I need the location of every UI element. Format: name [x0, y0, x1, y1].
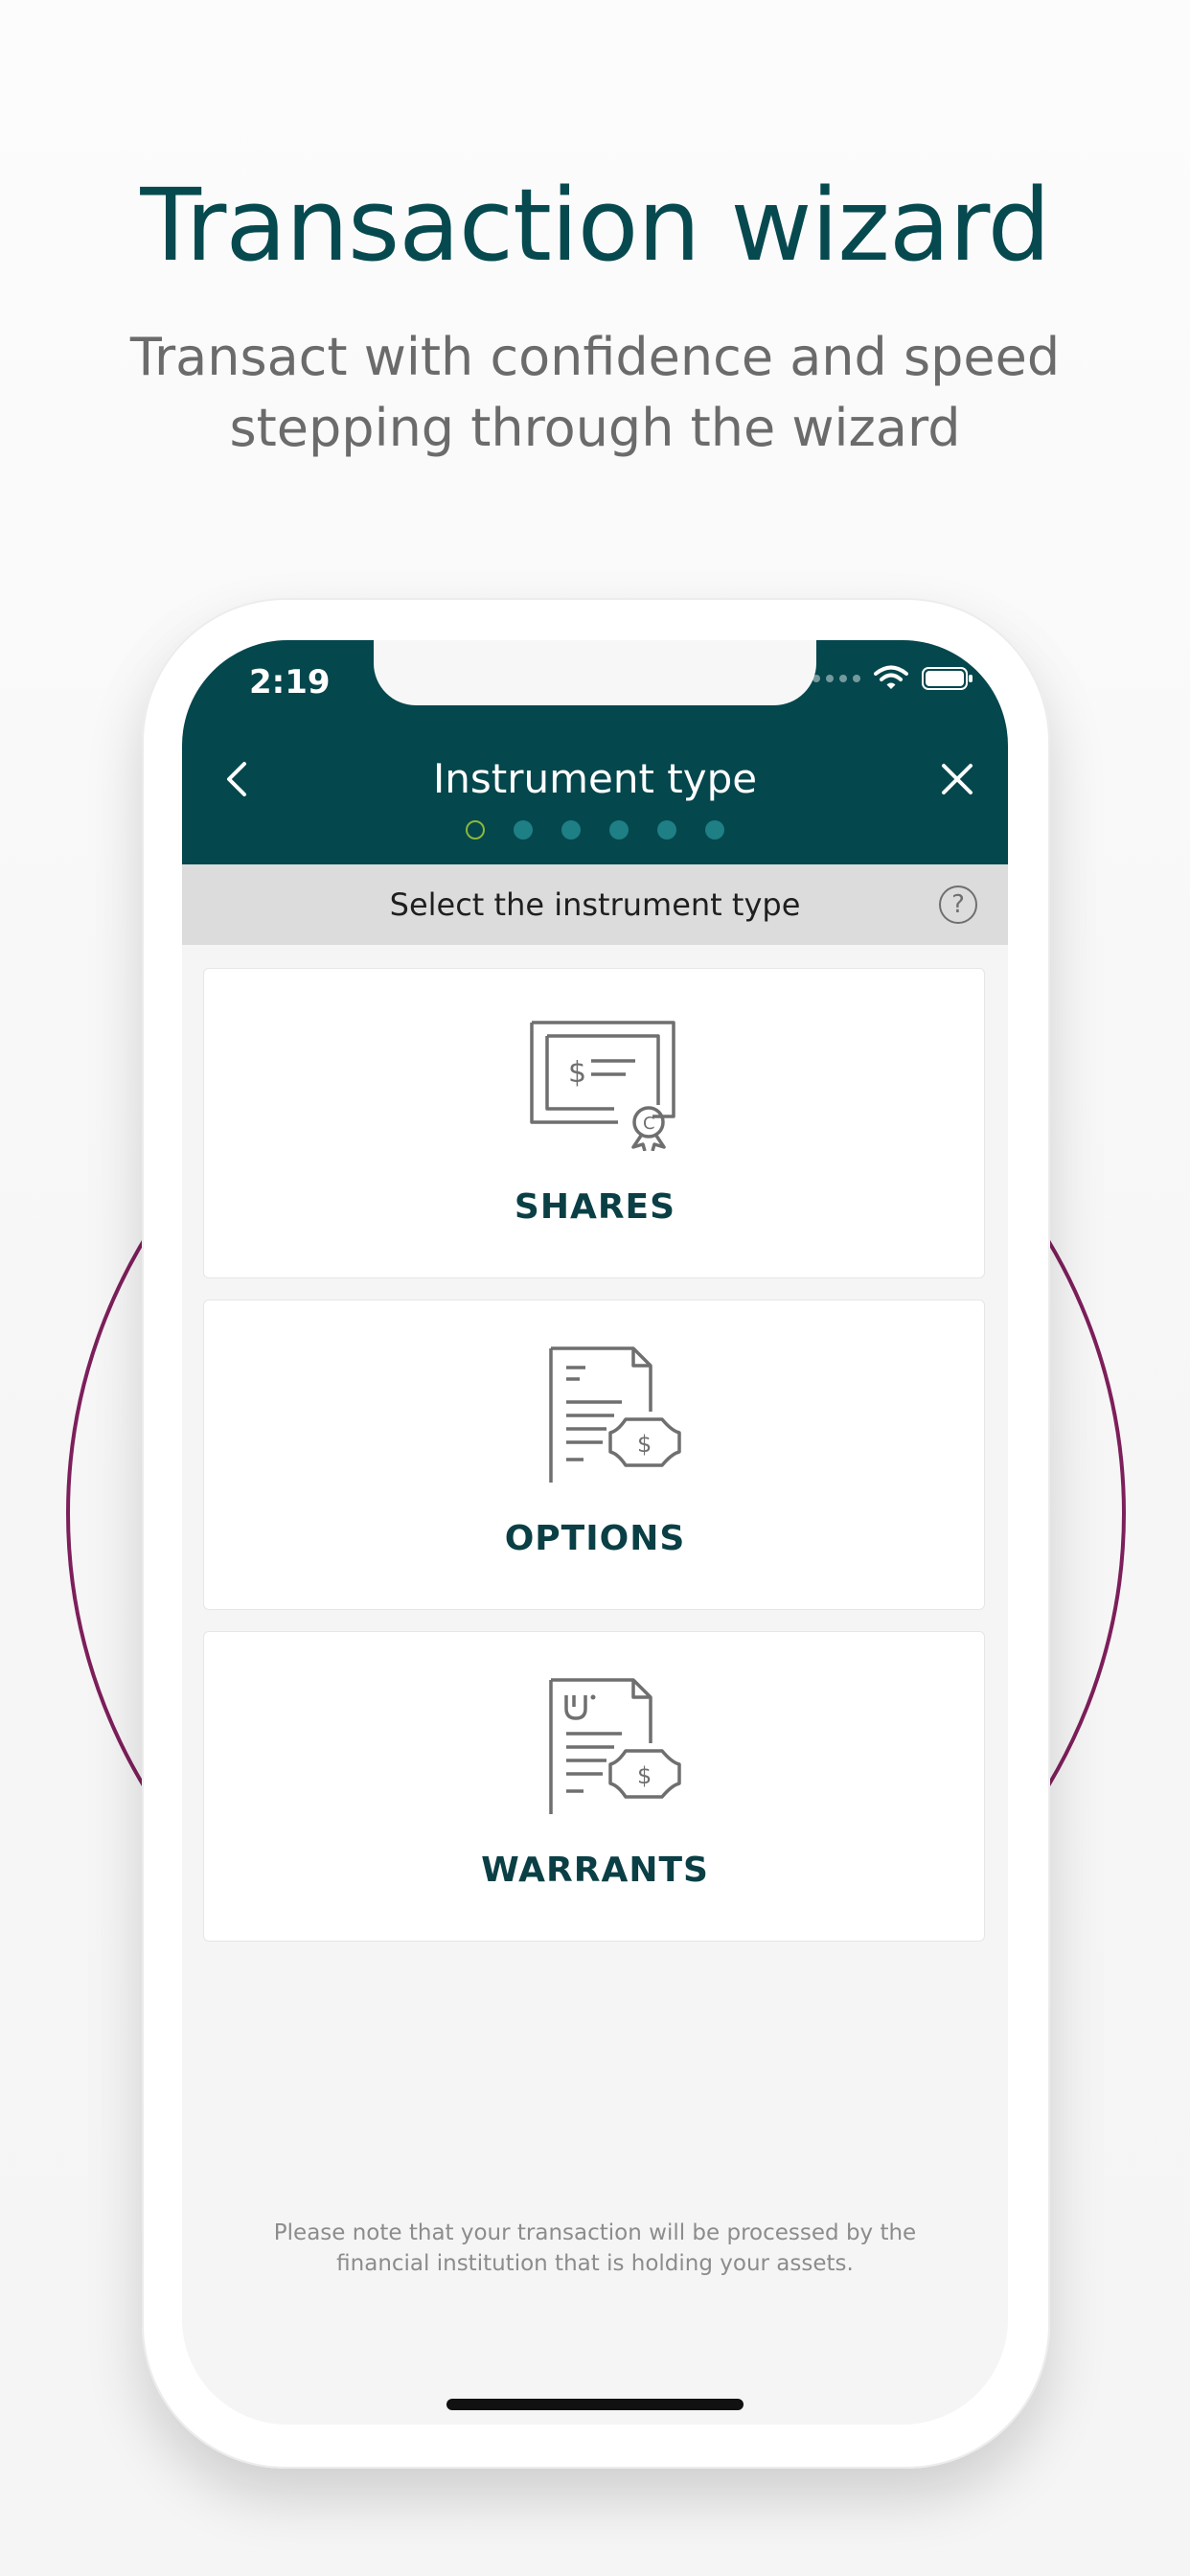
header-row: Instrument type: [182, 746, 1008, 813]
status-time: 2:19: [249, 663, 331, 702]
help-button[interactable]: ?: [939, 886, 977, 924]
processing-disclaimer: Please note that your transaction will b…: [273, 2220, 917, 2276]
status-icons: [812, 665, 973, 692]
share-certificate-icon: $ C: [530, 1021, 675, 1151]
instruction-text: Select the instrument type: [389, 886, 801, 923]
instrument-card-warrants[interactable]: $ WARRANTS: [203, 1631, 985, 1942]
close-icon: [942, 764, 973, 794]
step-dot: [561, 820, 581, 840]
step-indicator: [182, 820, 1008, 840]
chevron-left-icon: [227, 762, 246, 796]
instrument-label: OPTIONS: [504, 1519, 686, 1558]
step-dot: [609, 820, 629, 840]
home-indicator[interactable]: [446, 2399, 744, 2410]
step-dot: [514, 820, 533, 840]
app-screen: 2:19 Instrument type Select the instrume…: [182, 640, 1008, 2425]
svg-text:C: C: [643, 1114, 655, 1134]
step-dot: [705, 820, 724, 840]
close-button[interactable]: [931, 753, 983, 805]
step-dot-current: [466, 820, 485, 840]
warrant-document-icon: $: [549, 1678, 681, 1814]
instrument-card-options[interactable]: $ OPTIONS: [203, 1300, 985, 1610]
back-button[interactable]: [211, 753, 263, 805]
battery-icon: [922, 667, 973, 690]
svg-text:$: $: [637, 1762, 652, 1789]
instrument-label: SHARES: [514, 1187, 676, 1227]
instruction-bar: Select the instrument type ?: [182, 864, 1008, 945]
promo-subtitle: Transact with confidence and speed stepp…: [129, 327, 1061, 458]
svg-text:$: $: [637, 1431, 652, 1458]
step-dot: [657, 820, 676, 840]
instrument-card-shares[interactable]: $ C SHARES: [203, 968, 985, 1278]
header-title: Instrument type: [432, 755, 758, 802]
app-header: 2:19 Instrument type: [182, 640, 1008, 864]
device-notch: [374, 640, 816, 705]
instrument-label: WARRANTS: [481, 1851, 709, 1890]
wifi-icon: [874, 665, 908, 689]
svg-text:$: $: [568, 1056, 586, 1090]
signal-icon: [812, 675, 860, 682]
options-document-icon: $: [549, 1346, 681, 1483]
promo-title: Transaction wizard: [140, 167, 1050, 284]
